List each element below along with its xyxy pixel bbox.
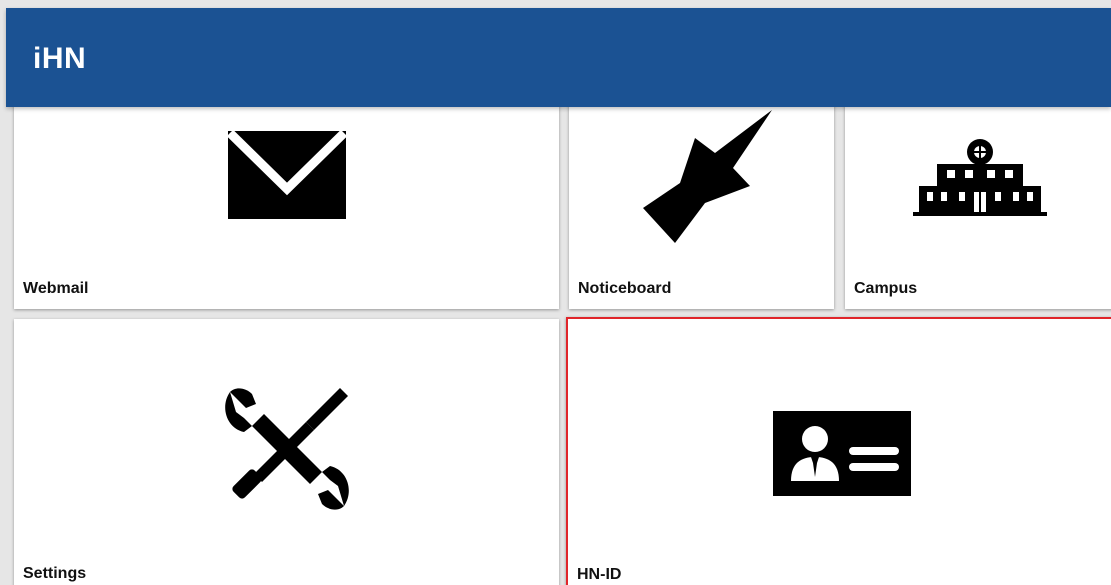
tile-label: Settings	[23, 565, 87, 582]
tile-settings[interactable]: Settings	[14, 319, 559, 585]
app-bar: iHN	[6, 8, 1111, 107]
tile-hnid[interactable]: HN-ID	[566, 317, 1111, 585]
app-window: iHN Webmail Noticeboard Campus Settings …	[0, 0, 1111, 585]
wrench-screwdriver-icon	[225, 388, 349, 510]
tile-label: Campus	[854, 280, 918, 297]
tile-noticeboard[interactable]: Noticeboard	[569, 100, 834, 309]
id-card-icon	[773, 411, 911, 496]
tile-campus[interactable]: Campus	[845, 100, 1111, 309]
envelope-icon	[228, 131, 346, 219]
tile-label: HN-ID	[577, 566, 622, 583]
tile-webmail[interactable]: Webmail	[14, 100, 559, 309]
tile-label: Noticeboard	[578, 280, 672, 297]
app-title: iHN	[33, 42, 87, 75]
pushpin-icon	[643, 110, 772, 243]
tile-label: Webmail	[23, 280, 89, 297]
building-icon	[913, 139, 1047, 216]
